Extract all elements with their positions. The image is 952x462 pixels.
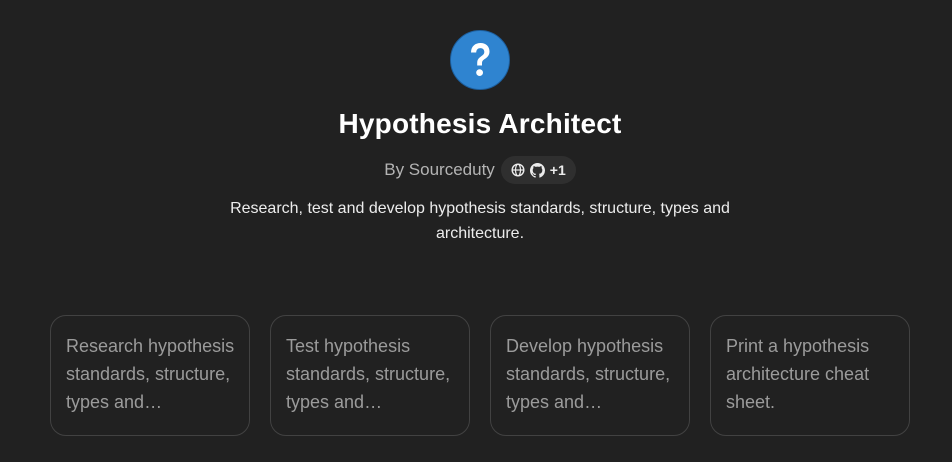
starter-label: Print a hypothesis architecture cheat sh… [726, 336, 870, 412]
starter-label: Research hypothesis standards, structure… [66, 336, 235, 412]
starter-card-cheat-sheet[interactable]: Print a hypothesis architecture cheat sh… [710, 315, 910, 436]
gpt-avatar [450, 30, 510, 90]
starter-card-test[interactable]: Test hypothesis standards, structure, ty… [270, 315, 470, 436]
byline: By Sourceduty +1 [0, 156, 952, 184]
author-name: By Sourceduty [384, 160, 495, 179]
gpt-description: Research, test and develop hypothesis st… [230, 200, 730, 242]
starter-label: Test hypothesis standards, structure, ty… [286, 336, 451, 412]
github-icon [529, 162, 545, 178]
social-extra-count: +1 [549, 162, 566, 178]
question-mark-icon [450, 30, 510, 90]
starter-label: Develop hypothesis standards, structure,… [506, 336, 671, 412]
gpt-title: Hypothesis Architect [338, 108, 622, 139]
starter-card-develop[interactable]: Develop hypothesis standards, structure,… [490, 315, 690, 436]
starter-card-research[interactable]: Research hypothesis standards, structure… [50, 315, 250, 436]
social-links-badge[interactable]: +1 [500, 156, 576, 184]
conversation-starters: Research hypothesis standards, structure… [50, 315, 910, 436]
globe-icon [511, 163, 525, 177]
gpt-profile-page: Hypothesis Architect By Sourceduty +1 Re… [0, 0, 952, 462]
